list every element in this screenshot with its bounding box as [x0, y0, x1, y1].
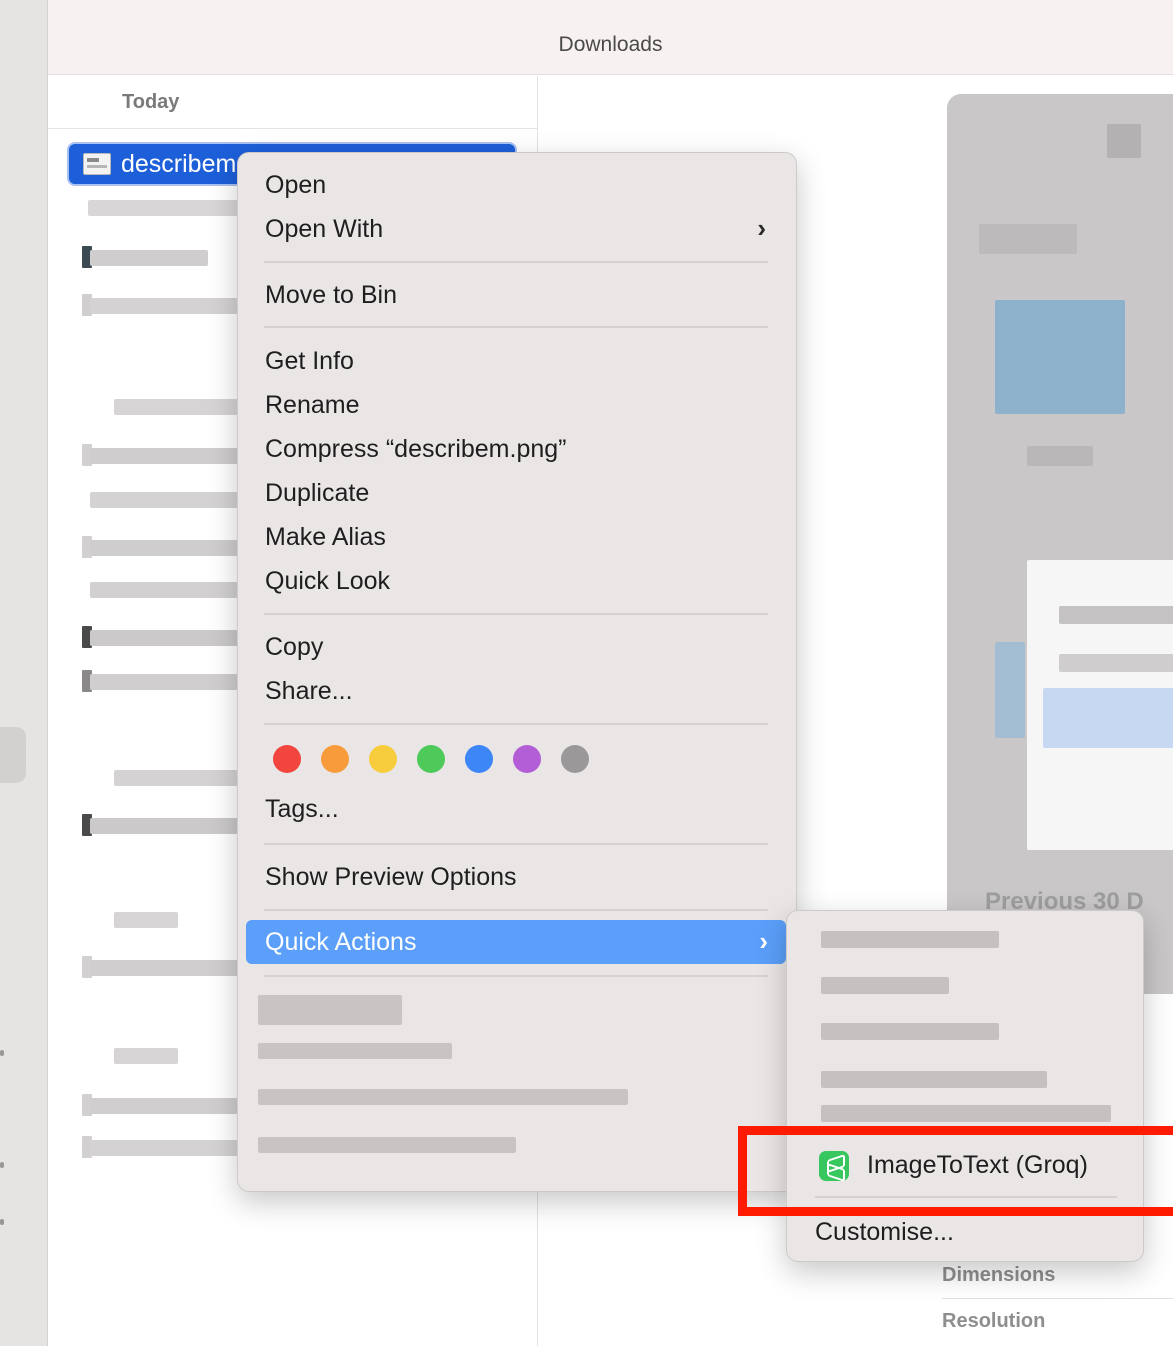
menu-item-quick-look[interactable]: Quick Look [265, 567, 390, 596]
tag-red[interactable] [273, 745, 301, 773]
file-row[interactable] [88, 200, 238, 216]
sidebar [0, 0, 48, 1346]
file-row[interactable] [90, 492, 238, 508]
menu-item-service[interactable] [258, 995, 402, 1025]
menu-item-compress[interactable]: Compress “describem.png” [265, 435, 567, 464]
menu-item-service[interactable] [258, 1089, 628, 1105]
menu-separator [264, 909, 768, 911]
menu-item-service[interactable] [258, 1043, 452, 1059]
file-row[interactable] [90, 250, 208, 266]
file-row[interactable] [90, 1140, 238, 1156]
menu-separator [264, 326, 768, 328]
menu-item-quick-actions[interactable]: Quick Actions › [246, 920, 786, 964]
menu-separator [264, 261, 768, 263]
highlight-annotation [738, 1126, 1173, 1216]
menu-separator [264, 613, 768, 615]
tag-green[interactable] [417, 745, 445, 773]
tag-purple[interactable] [513, 745, 541, 773]
sidebar-item-fragment[interactable] [0, 1219, 4, 1225]
menu-separator [264, 723, 768, 725]
menu-separator [264, 843, 768, 845]
submenu-item-blurred[interactable] [821, 1023, 999, 1040]
submenu-item-blurred[interactable] [821, 1071, 1047, 1088]
menu-item-show-preview-options[interactable]: Show Preview Options [265, 863, 517, 892]
menu-item-share[interactable]: Share... [265, 677, 353, 706]
menu-item-service[interactable] [258, 1137, 516, 1153]
metadata-divider [942, 1298, 1173, 1299]
preview-thumbnail [947, 94, 1173, 994]
submenu-item-blurred[interactable] [821, 977, 949, 994]
menu-item-open[interactable]: Open [265, 171, 326, 200]
sidebar-selected-item[interactable] [0, 727, 26, 783]
file-row[interactable] [90, 1098, 238, 1114]
menu-item-move-to-bin[interactable]: Move to Bin [265, 281, 397, 310]
section-header-today: Today [122, 91, 180, 113]
image-file-icon [83, 153, 111, 175]
file-row[interactable] [90, 448, 238, 464]
customise-button[interactable]: Customise... [815, 1218, 954, 1247]
menu-item-duplicate[interactable]: Duplicate [265, 479, 369, 508]
dimensions-label: Dimensions [942, 1264, 1056, 1286]
tag-orange[interactable] [321, 745, 349, 773]
quick-actions-label: Quick Actions [265, 928, 417, 956]
menu-item-open-with[interactable]: Open With [265, 215, 383, 244]
file-row[interactable] [90, 674, 238, 690]
file-row[interactable] [90, 298, 238, 314]
context-menu: Open Open With › Move to Bin Get Info Re… [237, 152, 797, 1192]
menu-item-copy[interactable]: Copy [265, 633, 323, 662]
file-row[interactable] [114, 912, 178, 928]
resolution-label: Resolution [942, 1310, 1046, 1332]
tag-blue[interactable] [465, 745, 493, 773]
submenu-item-blurred[interactable] [821, 1105, 1111, 1122]
menu-item-tags[interactable]: Tags... [265, 795, 339, 824]
file-row[interactable] [90, 960, 238, 976]
menu-separator [264, 975, 768, 977]
selected-file-name: describem [121, 150, 237, 178]
section-divider [48, 128, 537, 129]
file-row[interactable] [90, 818, 238, 834]
menu-item-make-alias[interactable]: Make Alias [265, 523, 386, 552]
file-row[interactable] [114, 770, 238, 786]
file-row[interactable] [114, 1048, 178, 1064]
file-row[interactable] [114, 399, 238, 415]
chevron-right-icon: › [757, 213, 766, 243]
tag-yellow[interactable] [369, 745, 397, 773]
window-titlebar: Downloads [48, 0, 1173, 75]
sidebar-item-fragment[interactable] [0, 1162, 4, 1168]
file-row[interactable] [90, 540, 238, 556]
menu-item-get-info[interactable]: Get Info [265, 347, 354, 376]
tag-gray[interactable] [561, 745, 589, 773]
submenu-item-blurred[interactable] [821, 931, 999, 948]
sidebar-item-fragment[interactable] [0, 1050, 4, 1056]
menu-item-rename[interactable]: Rename [265, 391, 360, 420]
chevron-right-icon: › [759, 926, 768, 956]
file-row[interactable] [90, 630, 238, 646]
window-title: Downloads [558, 33, 663, 56]
file-row[interactable] [90, 582, 238, 598]
